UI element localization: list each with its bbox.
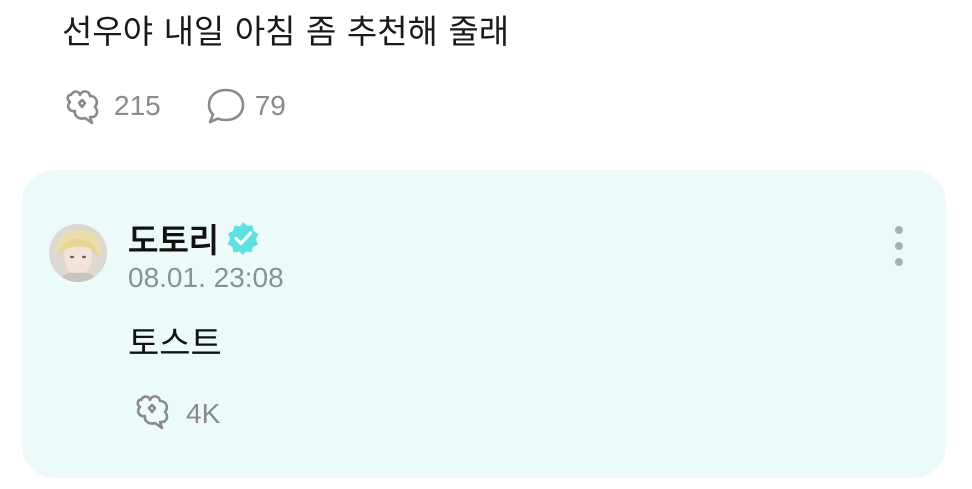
reply-card: 도토리 08.01. 23:08 토스트 4K [22,170,946,478]
reply-like-button[interactable]: 4K [132,392,220,436]
heart-cluster-icon [132,391,176,438]
reply-text: 토스트 [128,324,222,364]
post-comment-button[interactable]: 79 [205,86,286,126]
more-vertical-icon[interactable] [886,222,910,270]
speech-bubble-icon [205,86,247,126]
post-stats: 215 79 [62,84,286,128]
avatar[interactable] [49,224,107,282]
post-like-count: 215 [114,90,161,121]
reply-timestamp: 08.01. 23:08 [128,262,284,293]
post-like-button[interactable]: 215 [62,86,161,126]
post-text: 선우야 내일 아침 좀 추천해 줄래 [62,12,510,51]
verified-badge-icon [219,220,261,256]
heart-cluster-icon [62,86,106,126]
reply-like-count: 4K [186,398,221,429]
author-row: 도토리 [128,216,261,260]
post-comment-count: 79 [254,90,286,121]
author-name[interactable]: 도토리 [128,214,219,262]
